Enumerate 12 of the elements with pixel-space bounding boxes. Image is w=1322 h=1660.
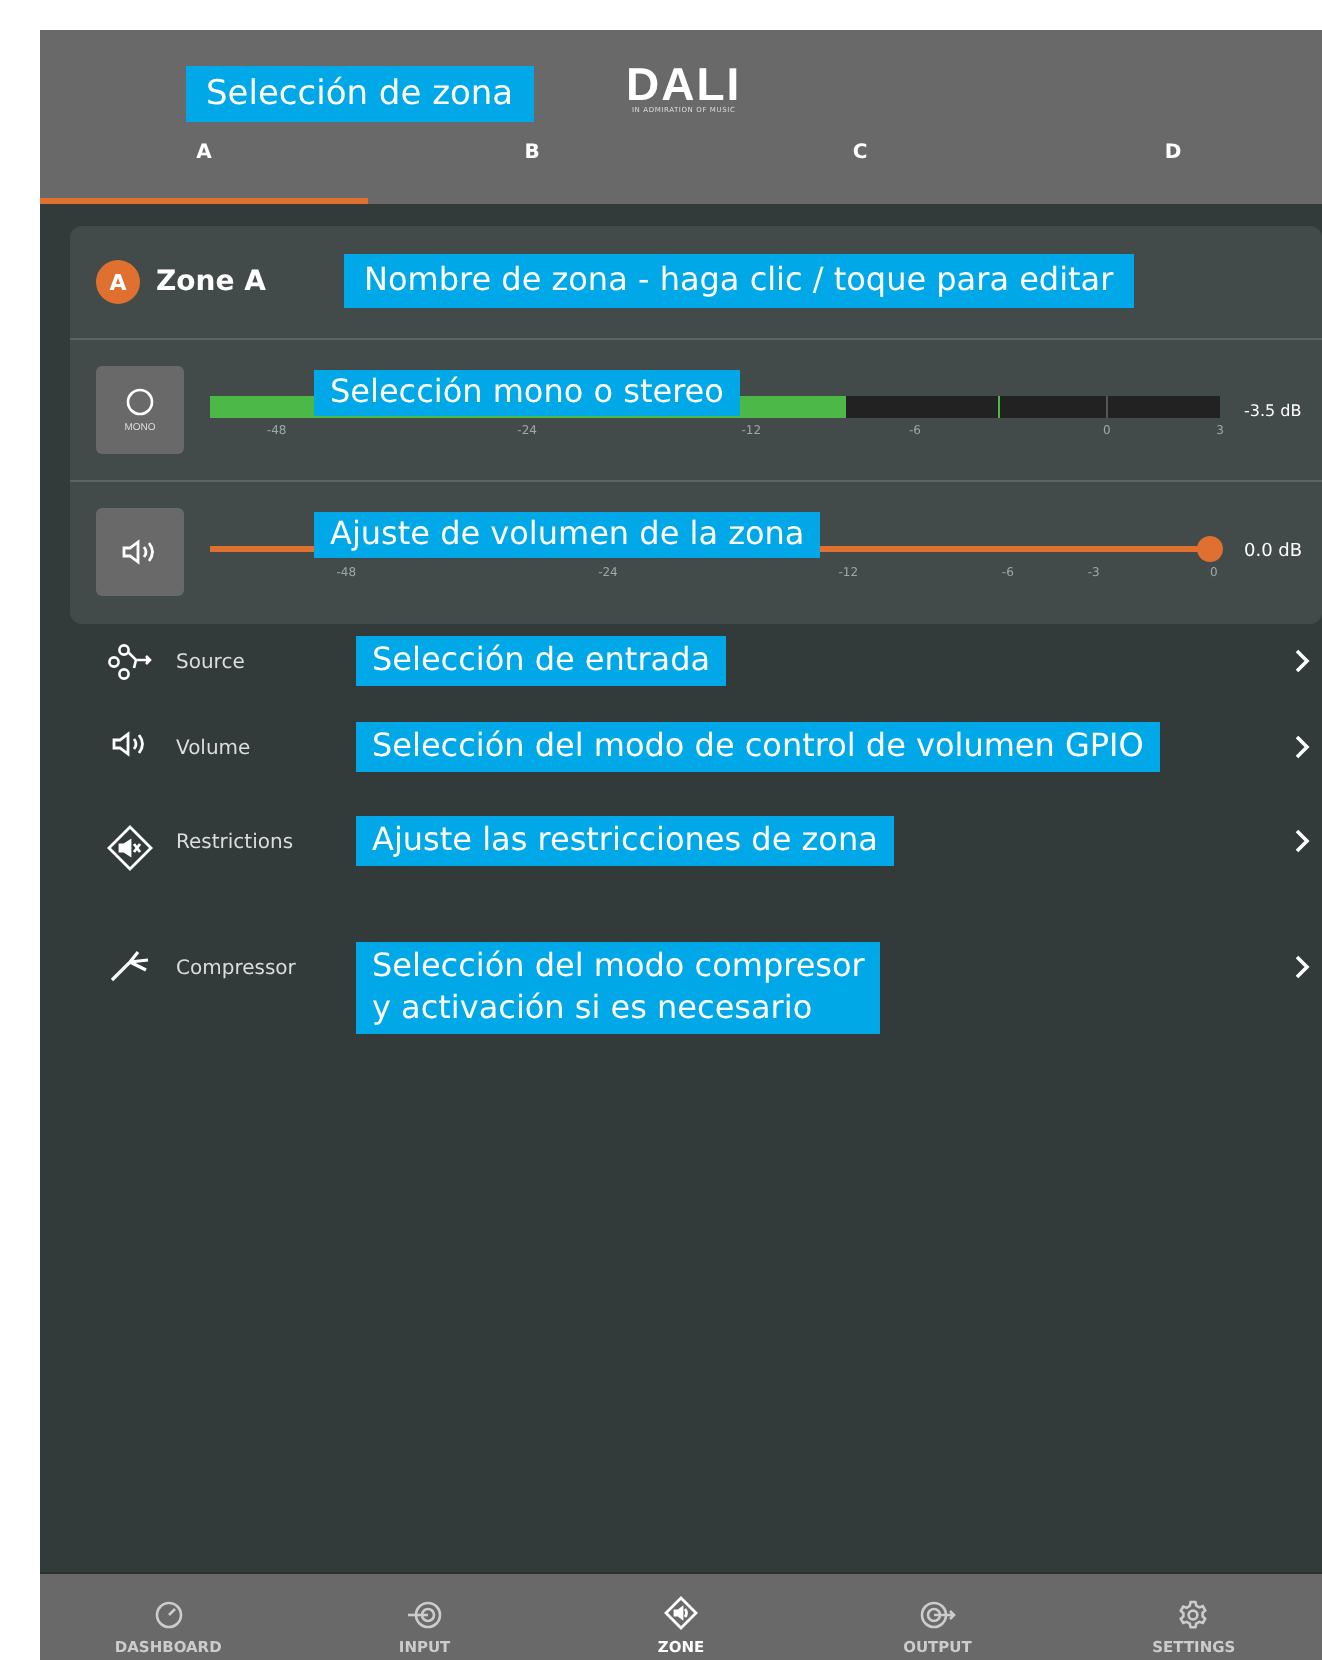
annotation-tooltip: Selección mono o stereo [314,370,740,416]
annotation-tooltip: Ajuste las restricciones de zona [356,816,894,866]
level-reading: -3.5 dB [1244,401,1302,419]
volume-reading: 0.0 dB [1244,542,1303,562]
zone-badge: A [96,260,140,304]
annotation-tooltip: Selección del modo de control de volumen GPIO [356,722,1160,772]
annotation-tooltip: Selección de entrada [356,636,727,686]
annotation-tooltip: Ajuste de volumen de la zona [314,512,821,558]
brand-logo: DALI [626,62,742,106]
annotation-tooltip: Selección de zona [186,66,534,123]
annotation-tooltip: Selección del modo compresor y activación si es necesario [356,942,881,1034]
annotation-tooltip: Nombre de zona - haga clic / toque para editar [344,254,1134,308]
